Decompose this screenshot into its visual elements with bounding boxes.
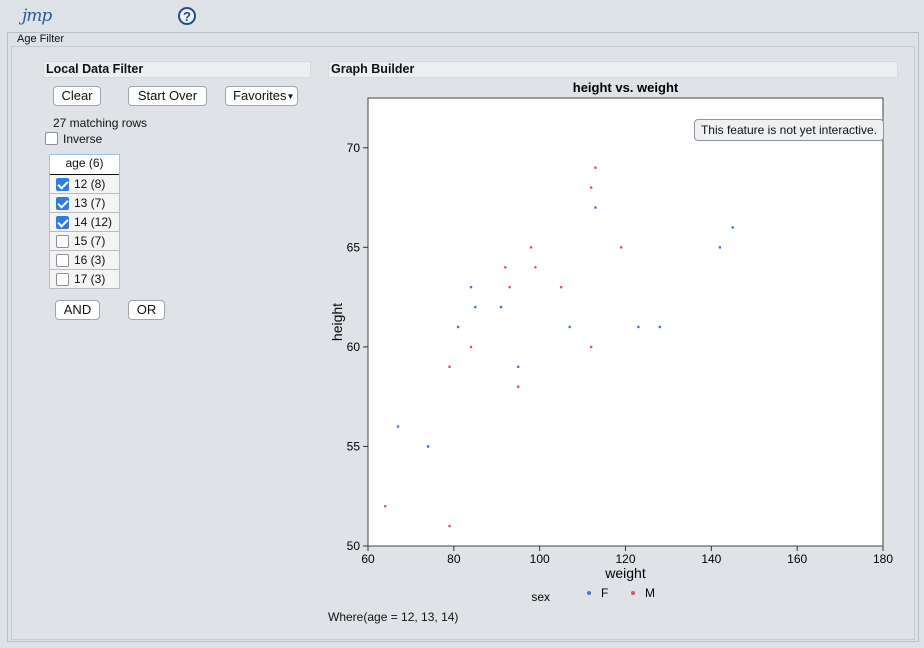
y-tick-label: 70 xyxy=(347,141,361,155)
data-point xyxy=(594,206,597,209)
chart-title: height vs. weight xyxy=(573,80,679,95)
data-point xyxy=(456,325,460,329)
data-point xyxy=(589,186,593,189)
age-checkbox[interactable] xyxy=(56,235,69,248)
age-filter-list: age (6) 12 (8) 13 (7) 14 (12) 15 (7) 16 … xyxy=(49,154,120,289)
data-point xyxy=(516,385,520,389)
list-item[interactable]: 13 (7) xyxy=(50,194,119,213)
age-checkbox[interactable] xyxy=(56,273,69,286)
chart-svg: height vs. weight 60 80 100 120 140 160 180 50 55… xyxy=(329,80,893,604)
x-tick-label: 100 xyxy=(530,552,550,566)
where-clause: Where(age = 12, 13, 14) xyxy=(328,610,459,624)
jmp-logo: jmp xyxy=(22,6,52,26)
plot-frame xyxy=(367,97,884,547)
list-item[interactable]: 16 (3) xyxy=(50,251,119,270)
or-button[interactable]: OR xyxy=(128,300,165,320)
y-tick-label: 60 xyxy=(347,340,361,354)
data-point xyxy=(559,285,563,289)
legend-entry: M xyxy=(645,586,655,600)
list-item[interactable]: 15 (7) xyxy=(50,232,119,251)
clear-button[interactable]: Clear xyxy=(53,86,101,106)
data-point xyxy=(516,365,520,369)
y-tick-label: 50 xyxy=(347,539,361,553)
not-interactive-tooltip: This feature is not yet interactive. xyxy=(694,119,884,141)
data-point xyxy=(619,246,623,249)
inverse-label: Inverse xyxy=(63,132,103,146)
list-item[interactable]: 17 (3) xyxy=(50,270,119,289)
data-point xyxy=(396,425,400,428)
data-point xyxy=(658,325,662,329)
question-icon[interactable]: ? xyxy=(178,7,196,25)
age-checkbox[interactable] xyxy=(56,254,69,267)
legend-marker xyxy=(631,591,635,595)
local-data-filter-header[interactable]: Local Data Filter xyxy=(43,61,311,78)
age-checkbox[interactable] xyxy=(56,178,69,191)
data-point xyxy=(731,226,735,229)
graph-builder-header[interactable]: Graph Builder xyxy=(328,61,898,78)
y-axis-label: height xyxy=(329,303,345,341)
list-item[interactable]: 14 (12) xyxy=(50,213,119,232)
data-point xyxy=(499,305,503,309)
favorites-button[interactable]: Favorites▼ xyxy=(225,86,298,106)
y-tick-label: 65 xyxy=(347,240,361,254)
data-point xyxy=(637,325,640,329)
data-point xyxy=(469,285,473,289)
data-point xyxy=(508,285,511,289)
legend-marker xyxy=(587,591,591,595)
x-tick-label: 80 xyxy=(447,552,461,566)
age-list-title: age (6) xyxy=(50,155,119,175)
x-tick-label: 160 xyxy=(787,552,807,566)
x-tick-label: 60 xyxy=(361,552,375,566)
data-point xyxy=(448,365,451,369)
inverse-checkbox[interactable] xyxy=(45,132,58,145)
age-checkbox[interactable] xyxy=(56,216,69,229)
and-button[interactable]: AND xyxy=(55,300,100,320)
dropdown-arrow-icon: ▼ xyxy=(286,92,295,101)
data-point xyxy=(589,345,593,349)
list-item[interactable]: 12 (8) xyxy=(50,175,119,194)
favorites-label: Favorites xyxy=(233,88,287,103)
legend-entry: F xyxy=(601,586,608,600)
x-tick-label: 140 xyxy=(701,552,721,566)
data-point xyxy=(529,246,533,249)
y-tick-label: 55 xyxy=(347,439,361,453)
age-checkbox[interactable] xyxy=(56,197,69,210)
legend-title: sex xyxy=(531,590,550,604)
x-tick-label: 180 xyxy=(873,552,893,566)
data-point xyxy=(448,524,451,528)
x-axis-label: weight xyxy=(604,565,646,581)
data-point xyxy=(594,166,597,169)
data-point xyxy=(383,504,387,508)
data-point xyxy=(718,246,722,249)
data-point xyxy=(504,265,507,269)
data-point xyxy=(534,265,537,269)
outline-title[interactable]: Age Filter xyxy=(17,33,64,45)
scatter-chart: height vs. weight 60 80 100 120 140 160 180 50 55… xyxy=(328,78,898,618)
data-point xyxy=(426,445,430,448)
data-point xyxy=(568,325,572,329)
matching-rows-count: 27 matching rows xyxy=(53,116,148,130)
data-point xyxy=(469,345,473,349)
top-toolbar: jmp ? xyxy=(0,0,924,32)
start-over-button[interactable]: Start Over xyxy=(128,86,207,106)
x-tick-label: 120 xyxy=(615,552,635,566)
data-point xyxy=(473,305,477,309)
